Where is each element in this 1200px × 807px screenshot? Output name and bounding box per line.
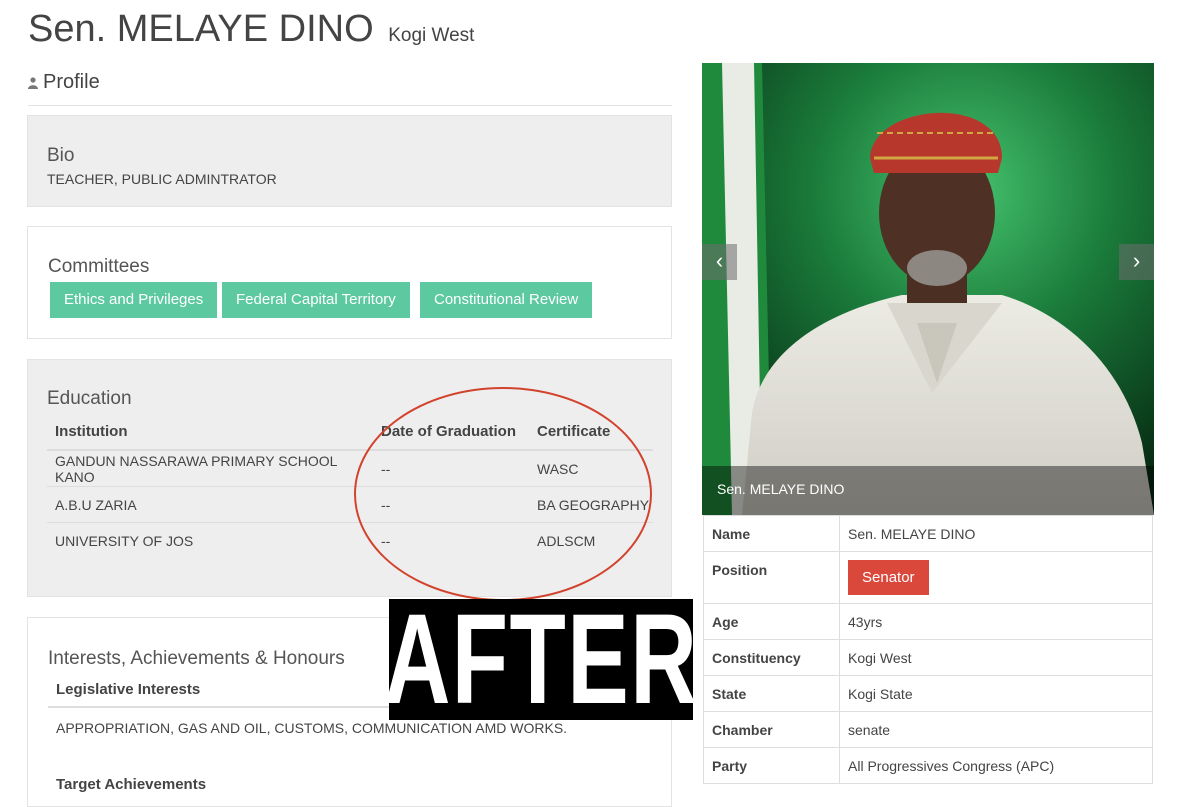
- info-label-position: Position: [703, 551, 840, 604]
- profile-heading: Profile: [28, 71, 672, 106]
- info-label-name: Name: [703, 515, 840, 552]
- table-row: UNIVERSITY OF JOS -- ADLSCM: [47, 523, 653, 559]
- cell-certificate: WASC: [529, 450, 653, 487]
- committee-tag-constitutional[interactable]: Constitutional Review: [420, 282, 593, 318]
- table-row: A.B.U ZARIA -- BA GEOGRAPHY: [47, 486, 653, 523]
- info-value-position: Senator: [839, 551, 1153, 604]
- table-row: Party All Progressives Congress (APC): [703, 747, 1153, 784]
- info-value-state: Kogi State: [839, 675, 1153, 712]
- info-label-party: Party: [703, 747, 840, 784]
- column-header-certificate: Certificate: [529, 413, 653, 451]
- bio-title: Bio: [47, 145, 75, 166]
- position-badge: Senator: [848, 560, 929, 595]
- cell-certificate: BA GEOGRAPHY: [529, 486, 653, 523]
- user-icon: [28, 77, 38, 89]
- bio-panel: Bio TEACHER, PUBLIC ADMINTRATOR: [27, 115, 672, 207]
- cell-date: --: [381, 532, 391, 549]
- cell-institution: GANDUN NASSARAWA PRIMARY SCHOOL KANO: [47, 450, 373, 487]
- photo-caption: Sen. MELAYE DINO: [702, 466, 1154, 515]
- profile-heading-label: Profile: [43, 71, 100, 93]
- column-header-date: Date of Graduation: [373, 413, 529, 451]
- after-stamp-text: AFTER: [389, 599, 693, 720]
- carousel-prev-button[interactable]: ‹: [702, 244, 737, 280]
- photo-caption-text: Sen. MELAYE DINO: [717, 481, 845, 497]
- senator-name: Sen. MELAYE DINO: [28, 8, 374, 50]
- senator-portrait-image: [702, 63, 1154, 515]
- info-value-name: Sen. MELAYE DINO: [839, 515, 1153, 552]
- cell-date: --: [373, 450, 529, 487]
- cell-institution: UNIVERSITY OF JOS: [55, 532, 194, 549]
- education-title: Education: [47, 388, 132, 409]
- table-row: Age 43yrs: [703, 603, 1153, 640]
- target-achievements-heading: Target Achievements: [56, 776, 207, 793]
- legislative-interests-text: APPROPRIATION, GAS AND OIL, CUSTOMS, COM…: [56, 720, 568, 736]
- column-header-institution: Institution: [47, 413, 373, 451]
- info-value-constituency: Kogi West: [839, 639, 1153, 676]
- cell-certificate: ADLSCM: [537, 532, 596, 549]
- legislative-interests-heading: Legislative Interests: [56, 681, 201, 698]
- page-title: Sen. MELAYE DINO Kogi West: [28, 8, 474, 51]
- chevron-right-icon: ›: [1132, 248, 1141, 273]
- after-stamp: AFTER: [389, 599, 693, 720]
- cell-institution: A.B.U ZARIA: [47, 486, 373, 523]
- chevron-left-icon: ‹: [715, 248, 724, 273]
- education-table: Institution Date of Graduation Certifica…: [47, 413, 653, 558]
- senator-photo-carousel: ‹ › Sen. MELAYE DINO: [702, 63, 1154, 515]
- committees-panel: Committees Ethics and Privileges Federal…: [27, 226, 672, 339]
- table-row: GANDUN NASSARAWA PRIMARY SCHOOL KANO -- …: [47, 450, 653, 487]
- cell-date: --: [373, 486, 529, 523]
- info-value-age: 43yrs: [839, 603, 1153, 640]
- committee-tag-ethics[interactable]: Ethics and Privileges: [50, 282, 218, 318]
- senator-info-table: Name Sen. MELAYE DINO Position Senator A…: [703, 515, 1153, 784]
- info-value-chamber: senate: [839, 711, 1153, 748]
- education-panel: Education Institution Date of Graduation…: [27, 359, 672, 597]
- committee-tag-fct[interactable]: Federal Capital Territory: [222, 282, 410, 318]
- table-row: Constituency Kogi West: [703, 639, 1153, 676]
- interests-title: Interests, Achievements & Honours: [48, 648, 345, 669]
- info-label-constituency: Constituency: [703, 639, 840, 676]
- constituency-subtitle: Kogi West: [388, 25, 475, 46]
- table-row: Name Sen. MELAYE DINO: [703, 515, 1153, 552]
- table-header-row: Institution Date of Graduation Certifica…: [47, 413, 653, 451]
- committees-title: Committees: [48, 256, 150, 277]
- info-value-party: All Progressives Congress (APC): [839, 747, 1153, 784]
- table-row: Position Senator: [703, 551, 1153, 604]
- bio-text: TEACHER, PUBLIC ADMINTRATOR: [47, 171, 277, 187]
- info-label-age: Age: [703, 603, 840, 640]
- table-row: Chamber senate: [703, 711, 1153, 748]
- info-label-state: State: [703, 675, 840, 712]
- carousel-next-button[interactable]: ›: [1119, 244, 1154, 280]
- table-row: State Kogi State: [703, 675, 1153, 712]
- info-label-chamber: Chamber: [703, 711, 840, 748]
